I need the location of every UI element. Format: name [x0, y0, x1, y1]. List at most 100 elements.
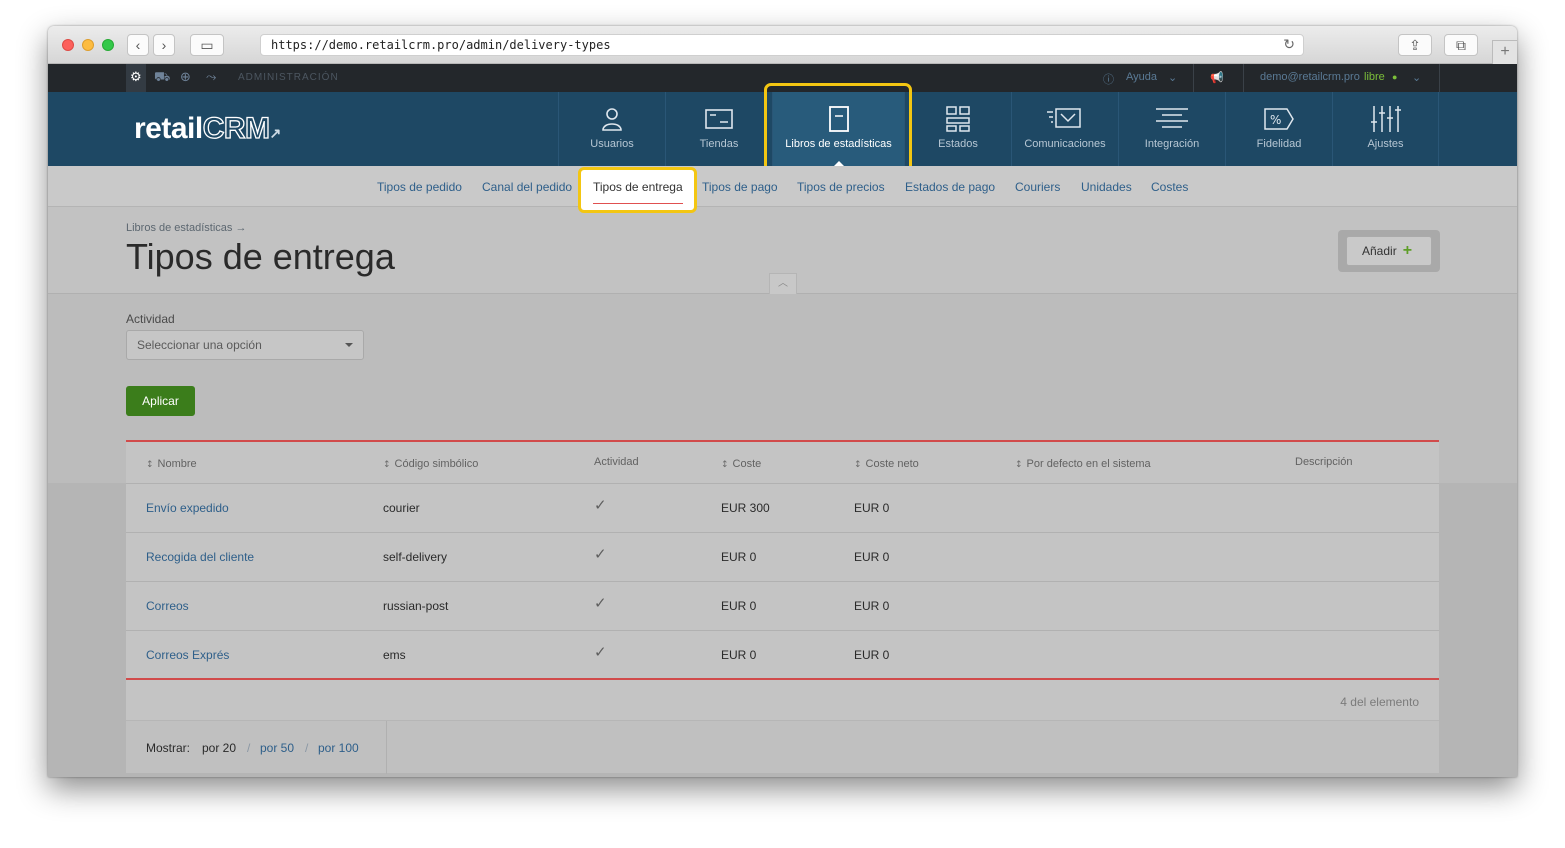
share-icon[interactable]: ⇪	[1398, 34, 1432, 56]
browser-toolbar: ‹ › ▭ https://demo.retailcrm.pro/admin/d…	[48, 26, 1517, 64]
zoom-window-icon[interactable]	[102, 39, 114, 51]
sliders-icon	[1370, 104, 1401, 134]
check-icon: ✓	[594, 643, 607, 661]
delivery-cost: EUR 0	[721, 550, 757, 564]
divider	[1193, 64, 1194, 92]
subnav-active-label: Tipos de entrega	[593, 180, 683, 194]
per-page-50[interactable]: por 50	[260, 741, 294, 755]
check-icon: ✓	[594, 545, 607, 563]
delivery-code: self-delivery	[383, 550, 448, 564]
subnav-costes[interactable]: Costes	[1151, 180, 1188, 194]
address-bar[interactable]: https://demo.retailcrm.pro/admin/deliver…	[260, 34, 1304, 56]
separator: /	[247, 741, 251, 755]
delivery-net-cost: EUR 0	[854, 599, 890, 613]
delivery-name-link[interactable]: Correos Exprés	[146, 648, 229, 662]
nav-label: Ajustes	[1367, 138, 1404, 150]
delivery-code: courier	[383, 501, 420, 515]
help-link[interactable]: Ayuda	[1126, 71, 1157, 83]
show-label: Mostrar:	[146, 741, 191, 755]
plus-icon: +	[1402, 242, 1413, 259]
target-icon[interactable]: ⊕	[180, 70, 191, 85]
divider	[1439, 64, 1440, 92]
sidebar-toggle-icon[interactable]: ▭	[190, 34, 224, 56]
col-coste-neto[interactable]: Coste neto	[854, 458, 919, 470]
forward-icon[interactable]: ›	[153, 34, 175, 56]
sub-navigation: Tipos de pedido Canal del pedido Tipos d…	[48, 166, 1517, 207]
subnav-tipos-de-entrega[interactable]: Tipos de entrega	[578, 167, 697, 213]
breadcrumb[interactable]: Libros de estadísticas →	[126, 222, 246, 234]
delivery-types-table: Nombre Código simbólico Actividad Coste …	[126, 440, 1439, 774]
mail-icon	[1047, 104, 1081, 134]
add-button-container: Añadir +	[1338, 230, 1440, 272]
cart-icon[interactable]: ⛟	[154, 70, 170, 87]
per-page-20[interactable]: por 20	[202, 741, 236, 755]
minimize-window-icon[interactable]	[82, 39, 94, 51]
subnav-tipos-de-precios[interactable]: Tipos de precios	[797, 180, 885, 194]
nav-label: Integración	[1144, 138, 1200, 150]
chart-icon[interactable]: ⤳	[206, 70, 216, 85]
col-descripcion: Descripción	[1295, 456, 1353, 468]
logo[interactable]: retailCRM↗	[134, 111, 281, 146]
subnav-tipos-de-pedido[interactable]: Tipos de pedido	[377, 180, 462, 194]
per-page-100[interactable]: por 100	[318, 741, 359, 755]
nav-item-usuarios[interactable]: Usuarios	[558, 92, 665, 166]
logo-text: retail	[134, 112, 203, 145]
nav-item-tiendas[interactable]: Tiendas	[665, 92, 772, 166]
percent-tag-icon: %	[1264, 104, 1294, 134]
delivery-name-link[interactable]: Recogida del cliente	[146, 550, 254, 564]
table-header: Nombre Código simbólico Actividad Coste …	[126, 442, 1439, 484]
subnav-canal-del-pedido[interactable]: Canal del pedido	[482, 180, 572, 194]
apply-button[interactable]: Aplicar	[126, 386, 195, 416]
delivery-name-link[interactable]: Correos	[146, 599, 189, 613]
subnav-tipos-de-pago[interactable]: Tipos de pago	[702, 180, 778, 194]
tabs-overview-icon[interactable]: ⧉	[1444, 34, 1478, 56]
item-count: 4 del elemento	[1340, 695, 1419, 709]
status-dot-icon: ●	[1392, 72, 1398, 82]
col-nombre[interactable]: Nombre	[146, 458, 197, 470]
nav-label: Usuarios	[590, 138, 634, 150]
back-icon[interactable]: ‹	[127, 34, 149, 56]
separator: /	[305, 741, 309, 755]
close-window-icon[interactable]	[62, 39, 74, 51]
subnav-couriers[interactable]: Couriers	[1015, 180, 1060, 194]
nav-label: Tiendas	[699, 138, 739, 150]
chevron-down-icon[interactable]: ⌄	[1412, 71, 1421, 84]
subnav-estados-de-pago[interactable]: Estados de pago	[905, 180, 995, 194]
nav-item-ajustes[interactable]: Ajustes	[1332, 92, 1439, 166]
subnav-unidades[interactable]: Unidades	[1081, 180, 1132, 194]
col-por-defecto[interactable]: Por defecto en el sistema	[1015, 458, 1151, 470]
col-coste[interactable]: Coste	[721, 458, 762, 470]
delivery-code: russian-post	[383, 599, 449, 613]
table-row: Correos Exprés ems ✓ EUR 0 EUR 0	[126, 631, 1439, 680]
logo-crm: CRM	[202, 111, 271, 145]
table-row: Recogida del cliente self-delivery ✓ EUR…	[126, 533, 1439, 582]
nav-item-estados[interactable]: Estados	[904, 92, 1011, 166]
gear-icon[interactable]: ⚙	[130, 70, 142, 85]
grid-icon	[943, 104, 973, 134]
delivery-cost: EUR 0	[721, 648, 757, 662]
table-bottom-border	[126, 678, 1439, 680]
store-icon	[704, 104, 734, 134]
browser-window: ‹ › ▭ https://demo.retailcrm.pro/admin/d…	[48, 26, 1517, 777]
chevron-down-icon[interactable]: ⌄	[1168, 71, 1177, 84]
divider	[386, 721, 387, 774]
user-email[interactable]: demo@retailcrm.pro	[1260, 71, 1360, 83]
add-button[interactable]: Añadir +	[1346, 236, 1432, 266]
reload-icon[interactable]: ↻	[1283, 35, 1295, 55]
delivery-cost: EUR 300	[721, 501, 770, 515]
svg-text:%: %	[1270, 113, 1281, 127]
nav-item-fidelidad[interactable]: % Fidelidad	[1225, 92, 1332, 166]
table-row: Envío expedido courier ✓ EUR 300 EUR 0	[126, 484, 1439, 533]
delivery-name-link[interactable]: Envío expedido	[146, 501, 229, 515]
user-icon	[597, 104, 627, 134]
megaphone-icon[interactable]: 📢	[1210, 71, 1224, 84]
col-codigo[interactable]: Código simbólico	[383, 458, 479, 470]
nav-item-integracion[interactable]: Integración	[1118, 92, 1225, 166]
collapse-toggle-icon[interactable]: ︿	[769, 273, 797, 294]
nav-item-comunicaciones[interactable]: Comunicaciones	[1011, 92, 1118, 166]
activity-select[interactable]: Seleccionar una opción	[126, 330, 364, 360]
dropdown-arrow-icon	[345, 343, 353, 347]
help-icon[interactable]: ⓘ	[1103, 71, 1114, 87]
col-actividad: Actividad	[594, 456, 639, 468]
new-tab-icon[interactable]: +	[1492, 40, 1517, 64]
